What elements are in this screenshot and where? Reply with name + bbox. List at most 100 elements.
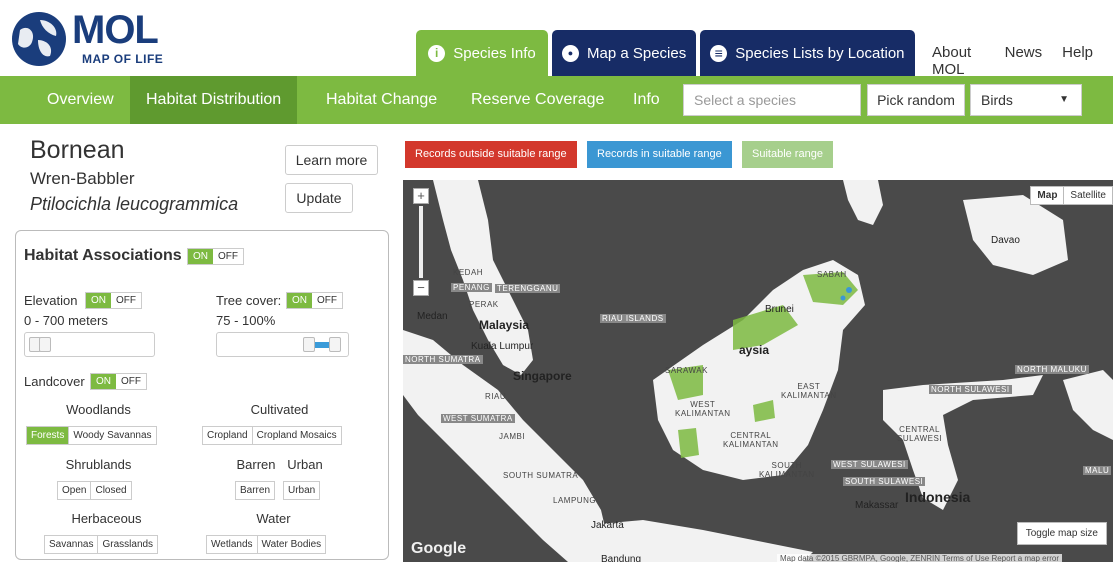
legend-suitable-range: Suitable range [742, 141, 833, 168]
option-open[interactable]: Open [58, 482, 90, 499]
option-water-bodies[interactable]: Water Bodies [256, 536, 326, 553]
place-south-sulawesi: SOUTH SULAWESI [843, 477, 926, 486]
link-about-mol[interactable]: About MOL [932, 44, 985, 78]
link-help[interactable]: Help [1062, 44, 1093, 78]
nav-habitat-change[interactable]: Habitat Change [310, 76, 453, 124]
tree-cover-slider[interactable] [216, 332, 349, 357]
place-bandung: Bandung [601, 554, 642, 562]
map-type-satellite[interactable]: Satellite [1064, 187, 1112, 204]
barren-options: Barren [235, 481, 276, 500]
place-kedah: KEDAH [453, 268, 484, 277]
zoom-track[interactable] [419, 206, 423, 278]
land-maluku [1063, 370, 1113, 440]
species-scientific-name: Ptilocichla leucogrammica [30, 194, 239, 214]
zoom-in-button[interactable]: + [413, 188, 429, 204]
option-cropland-mosaics[interactable]: Cropland Mosaics [251, 427, 341, 444]
habitat-associations-toggle[interactable]: ON OFF [187, 248, 244, 265]
option-forests[interactable]: Forests [27, 427, 69, 444]
place-south-kalimantan: SOUTH KALIMANTAN [759, 461, 815, 479]
place-north-sulawesi: NORTH SULAWESI [929, 385, 1012, 394]
nav-info[interactable]: Info [617, 76, 676, 124]
option-barren[interactable]: Barren [236, 482, 274, 499]
place-kuala-lumpur: Kuala Lumpur [471, 341, 534, 352]
pick-random-button[interactable]: Pick random [867, 84, 965, 116]
option-cropland[interactable]: Cropland [203, 427, 252, 444]
place-central-sulawesi: CENTRAL SULAWESI [897, 425, 943, 443]
learn-more-button[interactable]: Learn more [285, 145, 378, 175]
place-lampung: LAMPUNG [553, 496, 597, 505]
elevation-toggle[interactable]: ON OFF [85, 292, 142, 309]
list-icon [710, 44, 728, 62]
place-malaysia-borneo: aysia [739, 343, 770, 357]
nav-habitat-distribution[interactable]: Habitat Distribution [130, 76, 298, 124]
tab-map-a-species[interactable]: Map a Species [552, 30, 697, 76]
place-central-kalimantan: CENTRAL KALIMANTAN [723, 431, 779, 449]
tree-cover-toggle[interactable]: ON OFF [286, 292, 343, 309]
toggle-off[interactable]: OFF [312, 293, 342, 308]
place-jambi: JAMBI [499, 432, 526, 441]
option-woody-savannas[interactable]: Woody Savannas [68, 427, 155, 444]
update-button[interactable]: Update [285, 183, 353, 213]
category-urban: Urban [287, 457, 323, 472]
place-makassar: Makassar [855, 500, 899, 511]
habitat-associations-title: Habitat Associations [24, 247, 182, 264]
cultivated-options: Cropland Cropland Mosaics [202, 426, 342, 445]
map-type-control: Map Satellite [1030, 186, 1113, 205]
map-attribution[interactable]: Map data ©2015 GBRMPA, Google, ZENRIN Te… [777, 554, 1063, 562]
place-riau-islands: RIAU ISLANDS [600, 314, 666, 323]
species-map[interactable]: + − Map Satellite Davao KEDAH PENANG TER… [403, 180, 1113, 562]
water-options: Wetlands Water Bodies [206, 535, 327, 554]
place-west-kalimantan: WEST KALIMANTAN [675, 400, 731, 418]
category-barren: Barren [236, 457, 276, 472]
species-search-input[interactable] [683, 84, 861, 116]
record-point [840, 295, 846, 301]
zoom-out-button[interactable]: − [413, 280, 429, 296]
app-root: MOL MAP OF LIFE Species Info Map a Speci… [0, 0, 1113, 562]
top-tabs: Species Info Map a Species Species Lists… [416, 30, 919, 76]
toggle-map-size-button[interactable]: Toggle map size [1016, 522, 1107, 545]
tree-cover-label: Tree cover: [216, 293, 282, 308]
link-news[interactable]: News [1005, 44, 1043, 78]
slider-handle-min[interactable] [303, 337, 315, 352]
place-west-sulawesi: WEST SULAWESI [831, 460, 908, 469]
zoom-control: + − [413, 188, 429, 296]
species-common-name-line1: Bornean [30, 136, 125, 164]
option-closed[interactable]: Closed [90, 482, 130, 499]
mol-logo[interactable]: MOL MAP OF LIFE [10, 8, 170, 68]
landcover-toggle[interactable]: ON OFF [90, 373, 147, 390]
place-medan: Medan [417, 311, 448, 322]
option-savannas[interactable]: Savannas [45, 536, 97, 553]
category-cultivated: Cultivated [250, 402, 309, 417]
toggle-on[interactable]: ON [188, 249, 213, 264]
elevation-slider[interactable] [24, 332, 155, 357]
toggle-on[interactable]: ON [86, 293, 111, 308]
option-wetlands[interactable]: Wetlands [207, 536, 257, 553]
toggle-on[interactable]: ON [91, 374, 116, 389]
tab-species-info[interactable]: Species Info [416, 30, 548, 76]
slider-handle-max[interactable] [39, 337, 51, 352]
place-davao: Davao [991, 235, 1020, 246]
category-woodlands: Woodlands [66, 402, 131, 417]
category-shrublands: Shrublands [65, 457, 132, 472]
option-urban[interactable]: Urban [284, 482, 319, 499]
land-philippines [843, 180, 883, 225]
nav-reserve-coverage[interactable]: Reserve Coverage [455, 76, 620, 124]
tab-species-lists-by-location[interactable]: Species Lists by Location [700, 30, 915, 76]
slider-handle-max[interactable] [329, 337, 341, 352]
option-grasslands[interactable]: Grasslands [97, 536, 157, 553]
toggle-off[interactable]: OFF [213, 249, 243, 264]
shrublands-options: Open Closed [57, 481, 132, 500]
map-type-map[interactable]: Map [1031, 187, 1065, 204]
logo-title: MOL [72, 8, 159, 52]
taxon-group-select[interactable]: Birds ▼ [970, 84, 1082, 116]
toggle-off[interactable]: OFF [111, 293, 141, 308]
urban-options: Urban [283, 481, 321, 500]
place-north-maluku: NORTH MALUKU [1015, 365, 1089, 374]
legend-records-inside: Records in suitable range [587, 141, 732, 168]
elevation-label: Elevation [24, 293, 78, 308]
toggle-on[interactable]: ON [287, 293, 312, 308]
toggle-off[interactable]: OFF [116, 374, 146, 389]
herbaceous-options: Savannas Grasslands [44, 535, 159, 554]
place-malu: MALU [1083, 466, 1112, 475]
nav-overview[interactable]: Overview [31, 76, 130, 124]
